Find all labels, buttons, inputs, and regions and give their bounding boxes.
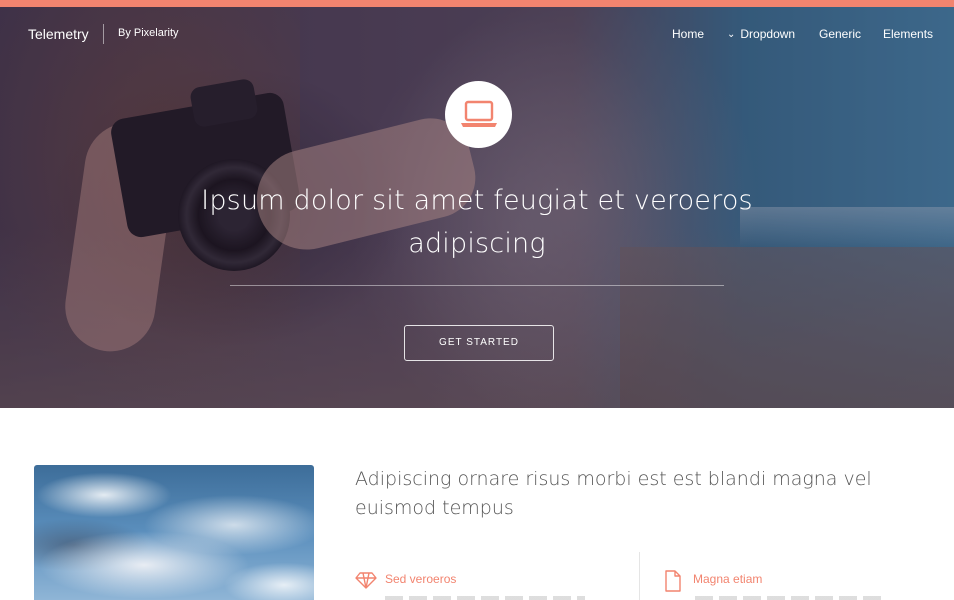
sky-image xyxy=(34,465,314,600)
diamond-icon xyxy=(355,570,377,590)
nav-item-home[interactable]: Home xyxy=(672,27,704,41)
feature-text-cutoff xyxy=(385,596,585,600)
nav-item-elements[interactable]: Elements xyxy=(883,27,933,41)
brand-divider xyxy=(103,24,104,44)
laptop-icon xyxy=(445,81,512,148)
hero-title: Ipsum dolor sit amet feugiat et veroeros… xyxy=(200,179,754,265)
hero-banner: Ipsum dolor sit amet feugiat et veroeros… xyxy=(0,7,954,408)
nav-item-dropdown[interactable]: ⌄ Dropdown xyxy=(727,27,795,41)
hero-divider xyxy=(230,285,724,286)
chevron-down-icon: ⌄ xyxy=(727,29,735,40)
top-nav: Telemetry By Pixelarity Home ⌄ Dropdown G… xyxy=(0,7,954,61)
site-byline[interactable]: By Pixelarity xyxy=(118,27,179,39)
accent-bar xyxy=(0,0,954,7)
section-heading: Adipiscing ornare risus morbi est est bl… xyxy=(355,465,915,523)
feature-title: Magna etiam xyxy=(693,572,762,586)
feature-title: Sed veroeros xyxy=(385,572,456,586)
feature-text-cutoff xyxy=(695,596,885,600)
site-brand[interactable]: Telemetry xyxy=(28,26,89,42)
nav-item-generic[interactable]: Generic xyxy=(819,27,861,41)
nav-item-dropdown-label: Dropdown xyxy=(740,27,795,41)
document-icon xyxy=(663,570,683,592)
feature-divider xyxy=(639,552,640,600)
get-started-button[interactable]: GET STARTED xyxy=(404,325,554,361)
